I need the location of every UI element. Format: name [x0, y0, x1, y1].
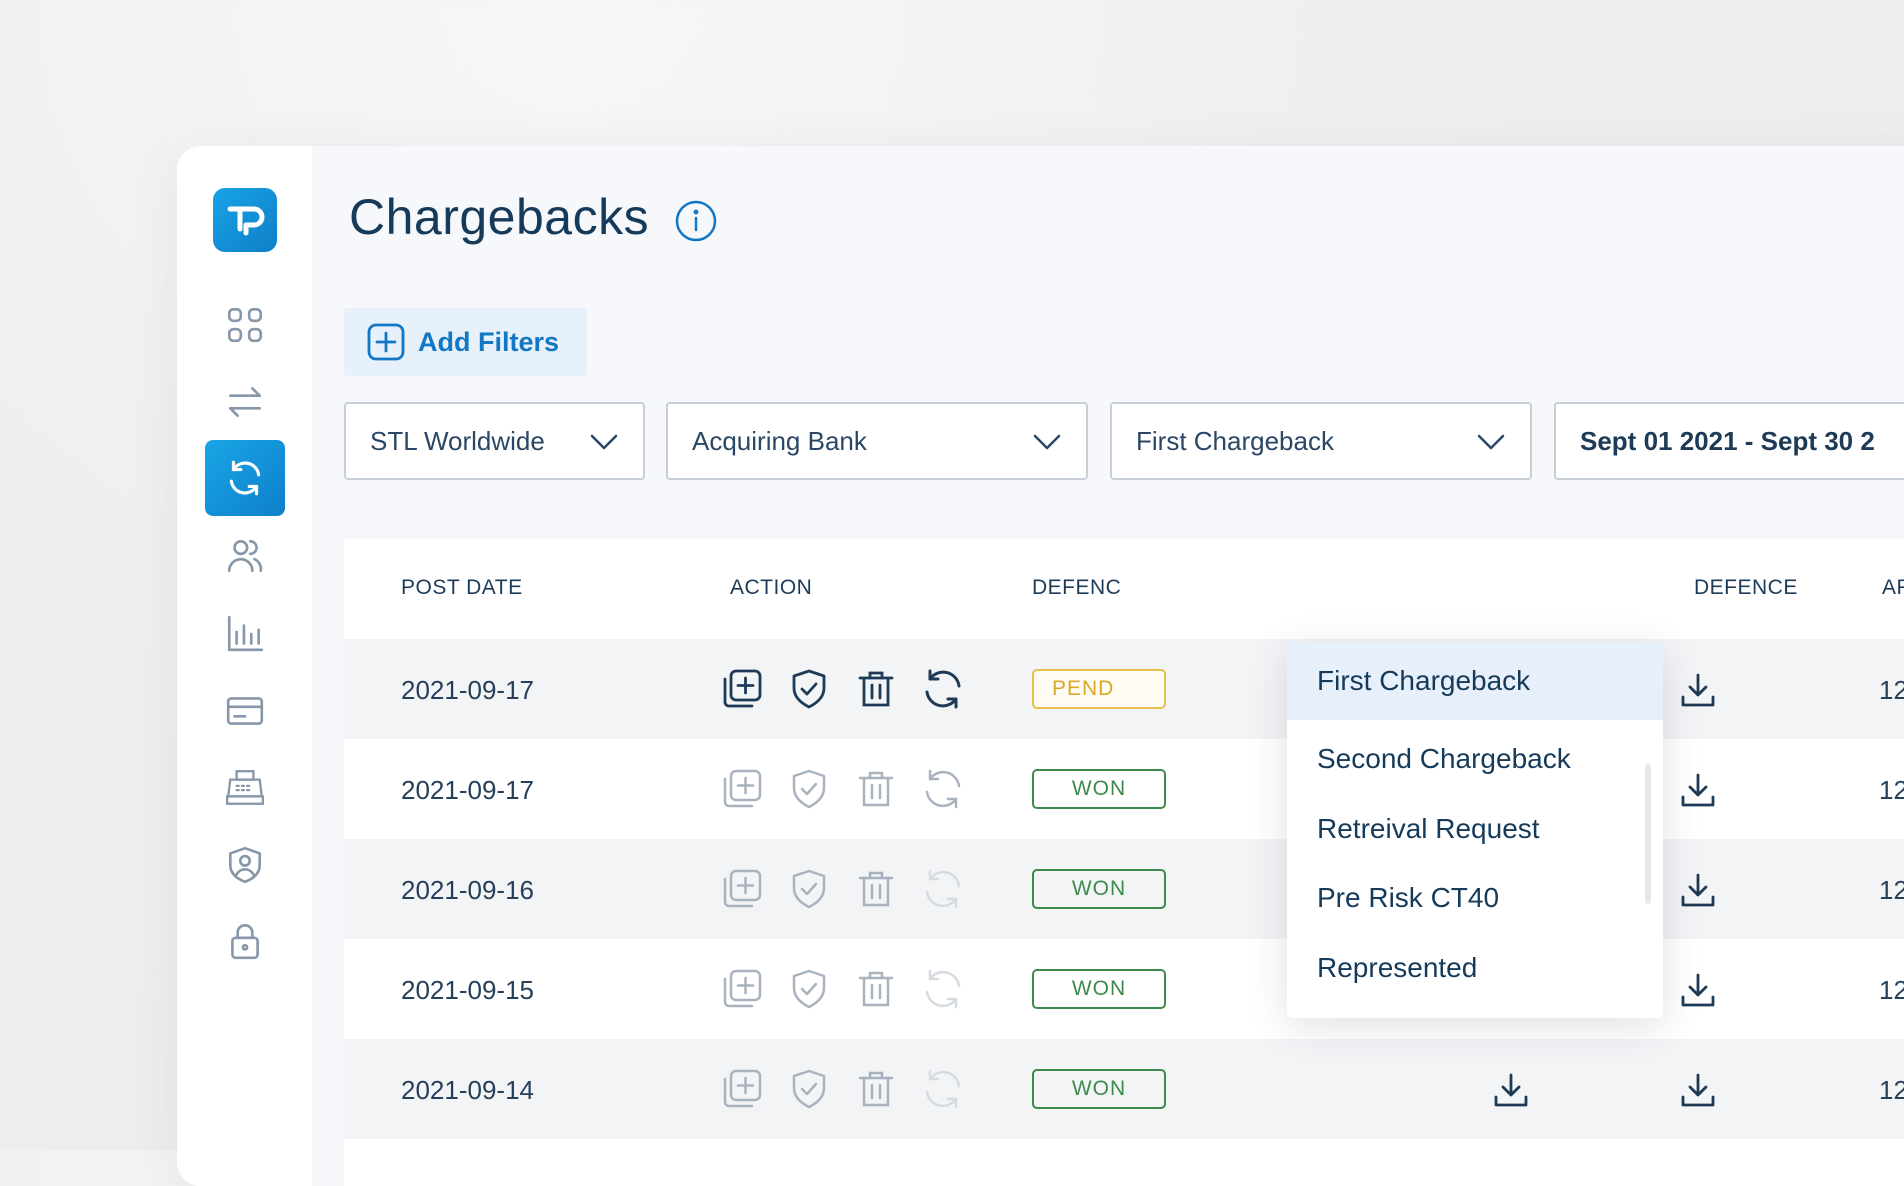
plus-square-icon [367, 323, 405, 361]
col-post-date[interactable]: POST DATE [401, 576, 523, 600]
add-filters-button[interactable]: Add Filters [344, 308, 587, 376]
chevron-down-icon [1033, 434, 1061, 450]
nav-dashboard[interactable] [205, 287, 285, 363]
chevron-down-icon [1477, 434, 1505, 450]
trash-icon[interactable] [854, 867, 898, 911]
sidebar [177, 146, 312, 1186]
shield-check-icon[interactable] [787, 667, 831, 711]
arn-cell: 12345678912345 [1879, 975, 1904, 1005]
chevron-down-icon [590, 434, 618, 450]
merchant-select[interactable]: STL Worldwide [344, 402, 645, 480]
download-icon[interactable] [1679, 1071, 1717, 1109]
refresh-icon [925, 1069, 961, 1109]
stage-select-value: First Chargeback [1136, 425, 1334, 456]
download-icon[interactable] [1679, 971, 1717, 1009]
date-range-select[interactable]: Sept 01 2021 - Sept 30 2 [1554, 402, 1904, 480]
add-copy-icon[interactable] [720, 1067, 764, 1111]
post-date-cell: 2021-09-17 [401, 675, 534, 705]
nav-reports[interactable] [205, 596, 285, 672]
col-action: ACTION [730, 576, 813, 599]
bank-select-value: Acquiring Bank [692, 425, 867, 456]
dropdown-scrollbar[interactable] [1645, 764, 1651, 904]
refresh-icon[interactable] [921, 767, 965, 811]
trash-icon[interactable] [854, 767, 898, 811]
users-icon [227, 539, 263, 573]
col-defence[interactable]: DEFENCE [1694, 576, 1798, 600]
add-copy-icon[interactable] [720, 867, 764, 911]
add-copy-icon[interactable] [720, 767, 764, 811]
arn-cell: 12345678912345 [1879, 775, 1904, 805]
cash-register-icon [225, 770, 265, 805]
post-date-cell: 2021-09-16 [401, 875, 534, 905]
refresh-icon [925, 969, 961, 1009]
tp-logo-icon [227, 206, 265, 236]
grid-icon [227, 307, 263, 343]
nav-transactions[interactable] [205, 364, 285, 440]
table-row[interactable]: 2021-09-17 PEND 12345678912345 [344, 639, 1904, 739]
nav-terminals[interactable] [205, 750, 285, 826]
transfer-arrows-icon [228, 387, 262, 417]
table-row[interactable]: 2021-09-14 WON 12345678912345 [344, 1039, 1904, 1139]
nav-cards[interactable] [205, 673, 285, 749]
dropdown-option-first-chargeback[interactable]: First Chargeback [1287, 642, 1663, 720]
download-icon[interactable] [1679, 771, 1717, 809]
shield-user-icon [228, 846, 262, 884]
add-copy-icon[interactable] [720, 967, 764, 1011]
date-range-value: Sept 01 2021 - Sept 30 2 [1580, 425, 1875, 456]
dropdown-option-retreival-request[interactable]: Retreival Request [1287, 790, 1663, 868]
shield-check-icon[interactable] [787, 767, 831, 811]
status-badge: WON [1032, 869, 1166, 909]
download-icon[interactable] [1679, 671, 1717, 709]
merchant-select-value: STL Worldwide [370, 425, 545, 456]
arn-cell: 12345678912345 [1879, 875, 1904, 905]
lock-icon [231, 924, 259, 960]
card-icon [226, 697, 264, 725]
download-icon[interactable] [1679, 871, 1717, 909]
post-date-cell: 2021-09-17 [401, 775, 534, 805]
app-window: Chargebacks Add Filters STL Worldwide Ac… [177, 146, 1904, 1186]
shield-check-icon[interactable] [787, 967, 831, 1011]
trash-icon[interactable] [854, 1067, 898, 1111]
bank-select[interactable]: Acquiring Bank [666, 402, 1088, 480]
arn-cell: 12345678912345 [1879, 675, 1904, 705]
status-badge: WON [1032, 1069, 1166, 1109]
download-icon[interactable] [1492, 1071, 1530, 1109]
nav-chargebacks[interactable] [205, 440, 285, 516]
trash-icon[interactable] [854, 667, 898, 711]
table-row[interactable]: 2021-09-17 WON 12345678912345 [344, 739, 1904, 839]
refresh-icon [925, 869, 961, 909]
post-date-cell: 2021-09-15 [401, 975, 534, 1005]
dropdown-option-represented[interactable]: Represented [1287, 929, 1663, 1007]
stage-dropdown-menu: First Chargeback Second Chargeback Retre… [1287, 642, 1663, 1018]
status-badge: PEND [1032, 669, 1166, 709]
nav-security[interactable] [205, 827, 285, 903]
stage-select[interactable]: First Chargeback [1110, 402, 1532, 480]
nav-users[interactable] [205, 518, 285, 594]
refresh-icon [229, 460, 261, 496]
trash-icon[interactable] [854, 967, 898, 1011]
refresh-icon[interactable] [921, 667, 965, 711]
table-row[interactable]: 2021-09-16 WON 12345678912345 [344, 839, 1904, 939]
logo[interactable] [213, 188, 277, 252]
col-defence-status[interactable]: DEFENC [1032, 576, 1121, 600]
arn-cell: 12345678912345 [1879, 1075, 1904, 1105]
table-row[interactable]: 2021-09-15 WON 12345678912345 [344, 939, 1904, 1039]
bar-chart-icon [227, 615, 264, 652]
status-badge: WON [1032, 969, 1166, 1009]
post-date-cell: 2021-09-14 [401, 1075, 534, 1105]
page-title: Chargebacks [349, 189, 650, 245]
chargebacks-table: POST DATE ACTION DEFENC DEFENCE ARN 2021… [344, 539, 1904, 1186]
add-filters-label: Add Filters [418, 326, 560, 357]
status-badge: WON [1032, 769, 1166, 809]
info-icon[interactable] [674, 199, 718, 243]
shield-check-icon[interactable] [787, 867, 831, 911]
dropdown-option-second-chargeback[interactable]: Second Chargeback [1287, 720, 1663, 798]
shield-check-icon[interactable] [787, 1067, 831, 1111]
nav-lock[interactable] [205, 903, 285, 979]
table-header: POST DATE ACTION DEFENC DEFENCE ARN [344, 539, 1904, 639]
col-arn[interactable]: ARN [1882, 576, 1904, 600]
dropdown-option-pre-risk-ct40[interactable]: Pre Risk CT40 [1287, 859, 1663, 937]
add-copy-icon[interactable] [720, 667, 764, 711]
